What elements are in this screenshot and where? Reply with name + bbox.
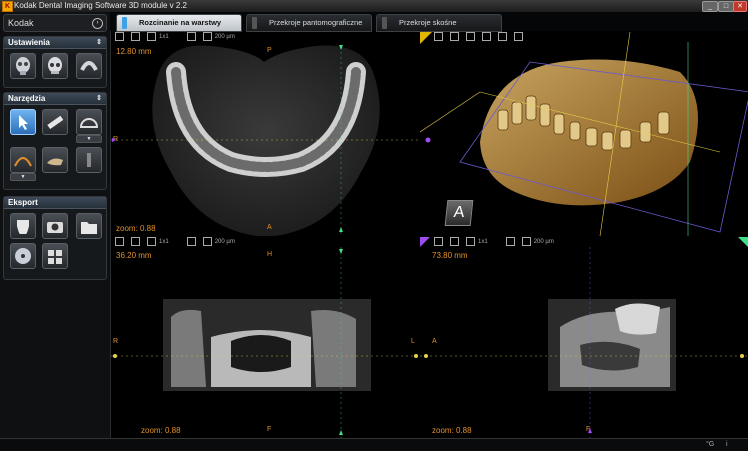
implant-tool[interactable] (76, 147, 102, 173)
app-logo-icon: K (2, 1, 13, 12)
sagittal-view[interactable]: 1x1 200 µm 73.80 mm A F zoom: 0.88 (420, 237, 748, 438)
slice-handle-green-bottom[interactable] (339, 227, 343, 232)
protractor-icon (79, 118, 99, 128)
volume-3d-view[interactable]: A (420, 32, 748, 236)
axial-view[interactable]: 1x1 200 µm 12.80 mm P A R zoom: 0.88 (111, 32, 419, 236)
orientation-left: A (432, 338, 437, 345)
burn-cd-button[interactable] (10, 243, 36, 269)
orientation-left: R (113, 338, 119, 345)
sagittal-slice-image (420, 247, 748, 438)
info-icon[interactable]: i (726, 439, 728, 451)
zoom-level: zoom: 0.88 (141, 426, 181, 435)
orientation-right: L (411, 338, 415, 345)
window-title: Kodak Dental Imaging Software 3D module … (14, 1, 187, 10)
close-button[interactable]: ✕ (733, 1, 747, 12)
skull-front-button[interactable] (10, 53, 36, 79)
snapshot-button[interactable] (42, 213, 68, 239)
view-tabs: Rozcinanie na warstwy ortogo... Przekroj… (110, 12, 748, 43)
status-bar: °G i (0, 438, 748, 451)
skull-3d-icon (48, 57, 62, 74)
sidebar: Kodak › Ustawienia ⇕ Narzędzia ⇕ ▼ ▼ Eks… (0, 12, 111, 438)
folder-icon (81, 222, 97, 234)
export-folder-button[interactable] (76, 213, 102, 239)
settings-panel-header[interactable]: Ustawienia ⇕ (4, 37, 106, 49)
fit-icon[interactable] (434, 32, 443, 41)
camera-icon (47, 222, 63, 233)
tab-grip-icon (122, 17, 127, 29)
slice-depth: 73.80 mm (432, 251, 468, 260)
pan-icon[interactable] (450, 32, 459, 41)
orientation-bottom: F (586, 426, 591, 433)
export-panel: Eksport (3, 196, 107, 280)
coronal-view[interactable]: 1x1 200 µm 36.20 mm H F R L zoom: 0.88 (111, 237, 419, 438)
orientation-top: H (267, 251, 273, 258)
select-pointer-tool[interactable] (10, 109, 36, 135)
tab-grip-icon (252, 17, 257, 29)
export-dental-button[interactable] (10, 213, 36, 239)
ruler-icon (47, 115, 64, 130)
tab-label: Przekroje pantomograficzne (269, 18, 363, 27)
tools-panel: Narzędzia ⇕ ▼ ▼ (3, 92, 107, 190)
teeth-grid-icon (48, 250, 62, 264)
panoramic-curve-tool[interactable] (10, 147, 36, 173)
clip-icon[interactable] (482, 32, 491, 41)
export-panel-header[interactable]: Eksport (4, 197, 106, 209)
tab-grip-icon (382, 17, 387, 29)
slice-handles (112, 45, 343, 232)
orientation-cube-label: A (452, 204, 466, 221)
layers-icon[interactable] (514, 32, 523, 41)
status-indicator: °G (706, 441, 715, 448)
skull-3d-button[interactable] (42, 53, 68, 79)
tooth-icon (17, 220, 29, 234)
settings-panel-title: Ustawienia (8, 38, 50, 47)
angle-tool-dropdown[interactable]: ▼ (76, 135, 102, 143)
settings-panel: Ustawienia ⇕ (3, 36, 107, 88)
tab-orthogonal-slicing[interactable]: Rozcinanie na warstwy ortogo... (116, 14, 242, 43)
measure-ruler-tool[interactable] (42, 109, 68, 135)
curve-tool-dropdown[interactable]: ▼ (10, 173, 36, 181)
skull-front-icon (16, 57, 30, 75)
mandible-icon (47, 158, 63, 166)
tools-panel-title: Narzędzia (8, 94, 46, 103)
angle-measure-tool[interactable] (76, 109, 102, 135)
tab-label: Przekroje skośne (399, 18, 457, 27)
orientation-cube[interactable]: A (444, 200, 474, 226)
tools-panel-header[interactable]: Narzędzia ⇕ (4, 93, 106, 105)
coronal-slice-image (111, 247, 419, 438)
jaw-arch-button[interactable] (76, 53, 102, 79)
arch-curve-icon (14, 157, 32, 167)
slice-depth: 36.20 mm (116, 251, 152, 260)
slice-handle-green[interactable] (339, 45, 343, 50)
patient-search-field[interactable]: Kodak › (3, 14, 107, 32)
pointer-arrow-icon (19, 115, 28, 130)
box-icon[interactable] (498, 32, 507, 41)
volume-view-toolbar (430, 32, 526, 43)
implant-icon (87, 153, 91, 167)
export-panel-title: Eksport (8, 198, 38, 207)
zoom-level: zoom: 0.88 (432, 426, 472, 435)
search-go-icon[interactable]: › (92, 18, 103, 29)
search-value: Kodak (8, 18, 34, 28)
collapse-arrows-icon[interactable]: ⇕ (92, 93, 102, 104)
nerve-canal-tool[interactable] (42, 147, 68, 173)
maximize-button[interactable]: □ (718, 1, 734, 12)
orientation-bottom: F (267, 426, 272, 433)
cd-disc-icon (15, 248, 31, 264)
render-mode-icon[interactable] (466, 32, 475, 41)
export-teeth-series-button[interactable] (42, 243, 68, 269)
minimize-button[interactable]: _ (702, 1, 718, 12)
jaw-arch-icon (80, 61, 98, 71)
slice-handle-purple[interactable] (112, 138, 116, 142)
tab-panoramic-sections[interactable]: Przekroje pantomograficzne (246, 14, 372, 32)
collapse-arrows-icon[interactable]: ⇕ (92, 37, 102, 48)
tab-oblique-sections[interactable]: Przekroje skośne (376, 14, 502, 32)
